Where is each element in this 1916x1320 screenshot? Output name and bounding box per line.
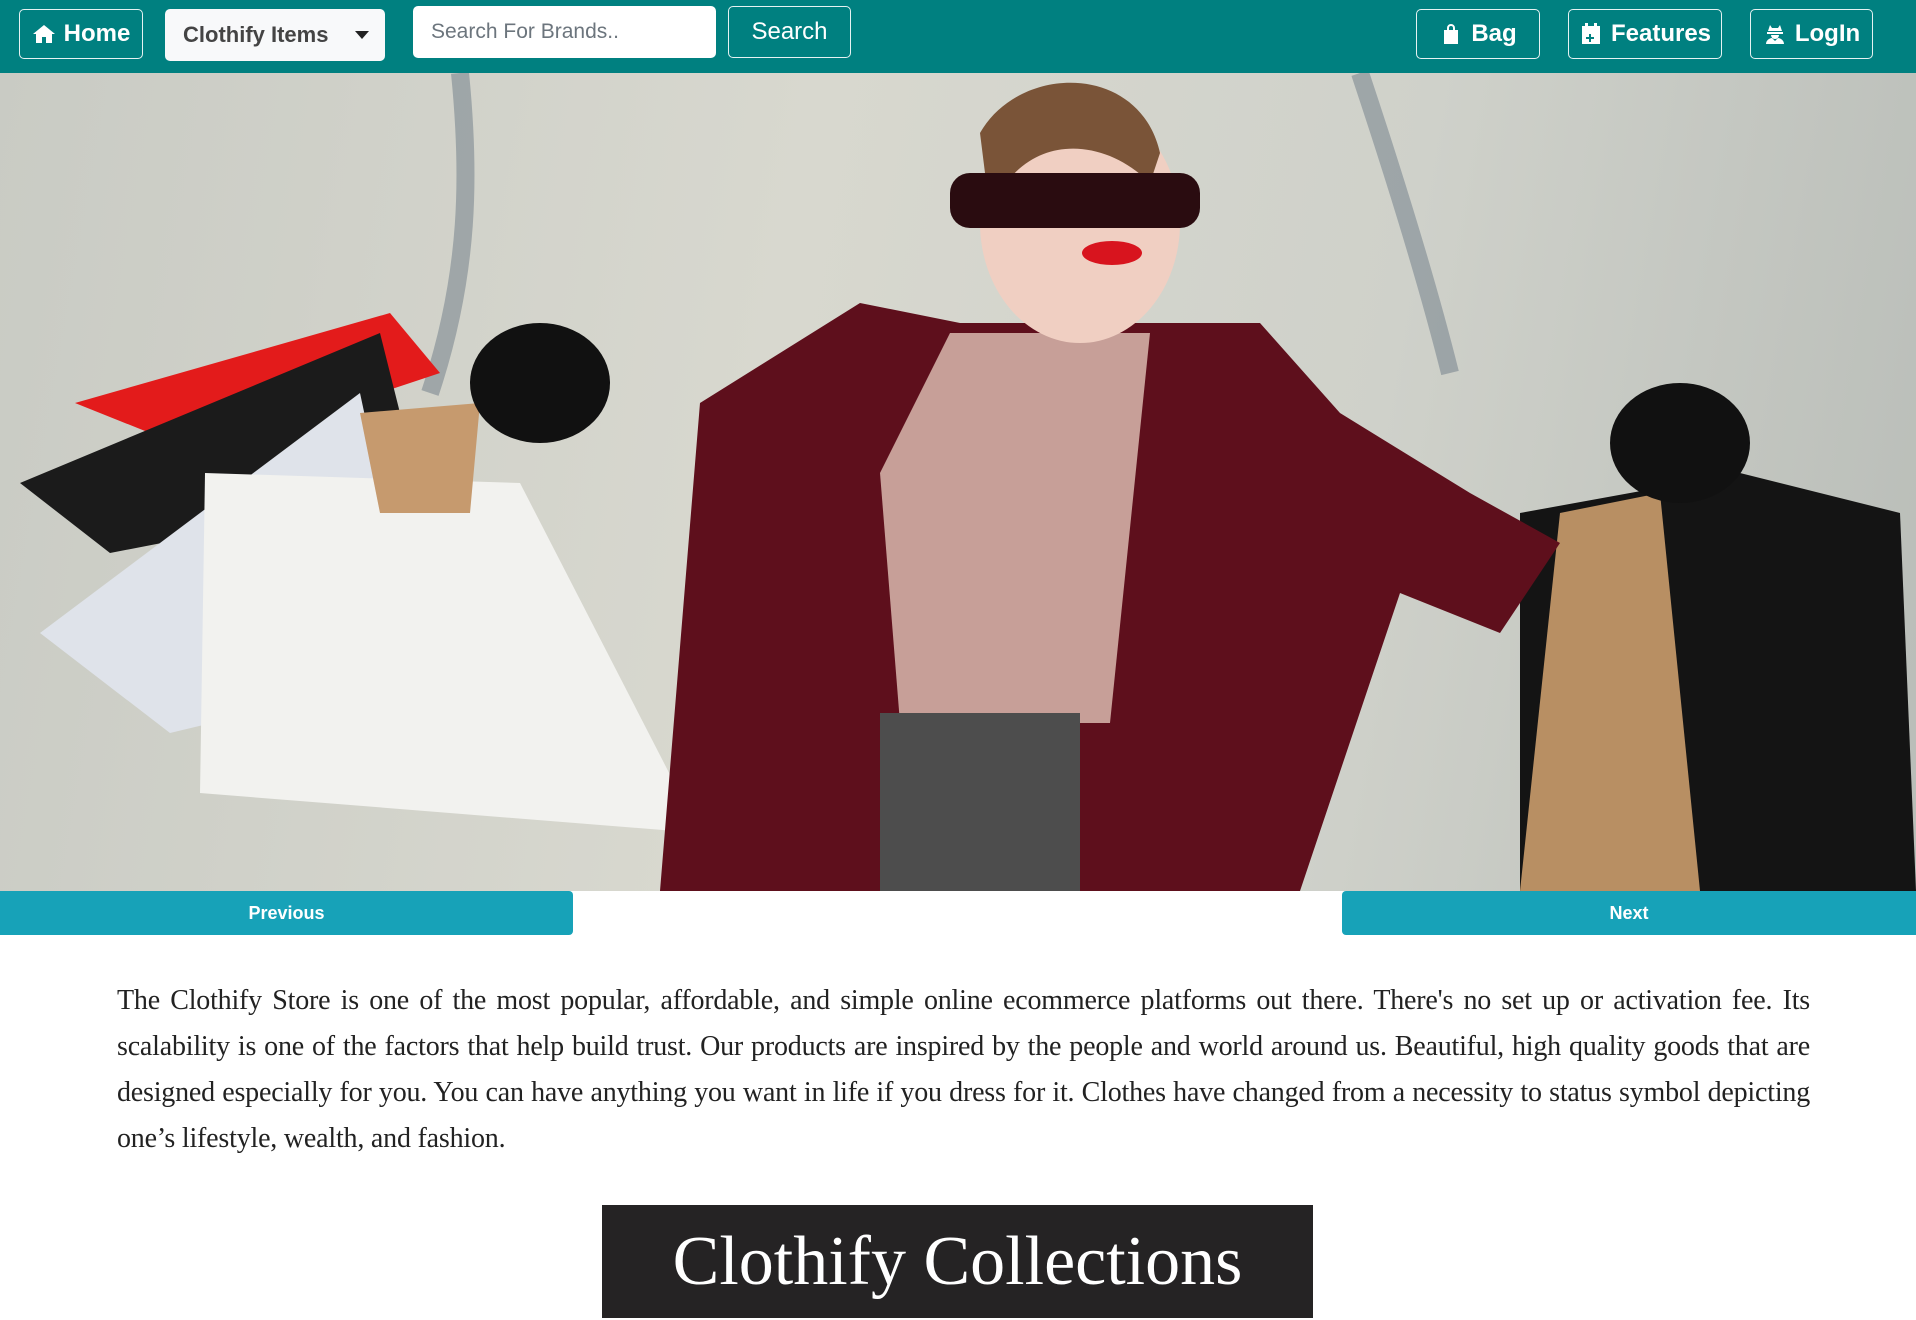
shopping-woman-photo xyxy=(20,73,1916,891)
calendar-plus-icon xyxy=(1581,23,1600,44)
bag-button[interactable]: Bag xyxy=(1416,9,1540,59)
home-button[interactable]: Home xyxy=(19,9,143,59)
features-button[interactable]: Features xyxy=(1568,9,1722,59)
caret-down-icon xyxy=(355,31,369,39)
navbar: Home Clothify Items Search Bag Features … xyxy=(0,0,1916,73)
carousel-image xyxy=(0,73,1916,891)
home-label: Home xyxy=(63,20,131,47)
previous-button[interactable]: Previous xyxy=(0,891,573,935)
dropdown-label: Clothify Items xyxy=(183,22,329,47)
next-button[interactable]: Next xyxy=(1342,891,1916,935)
shopping-bag-icon xyxy=(1444,24,1459,44)
search-input[interactable] xyxy=(413,6,716,58)
collections-title: Clothify Collections xyxy=(672,1222,1243,1300)
clothify-items-dropdown[interactable]: Clothify Items xyxy=(165,9,385,61)
home-icon xyxy=(32,25,55,43)
collections-heading: Clothify Collections xyxy=(602,1205,1313,1318)
user-secret-icon xyxy=(1765,25,1784,44)
next-label: Next xyxy=(1609,902,1649,923)
bag-label: Bag xyxy=(1471,20,1517,47)
search-button[interactable]: Search xyxy=(728,6,851,58)
previous-label: Previous xyxy=(248,902,325,923)
store-description: The Clothify Store is one of the most po… xyxy=(117,985,1810,1154)
features-label: Features xyxy=(1610,20,1712,47)
login-button[interactable]: LogIn xyxy=(1750,9,1873,59)
search-label: Search xyxy=(751,18,828,45)
login-label: LogIn xyxy=(1794,20,1861,47)
